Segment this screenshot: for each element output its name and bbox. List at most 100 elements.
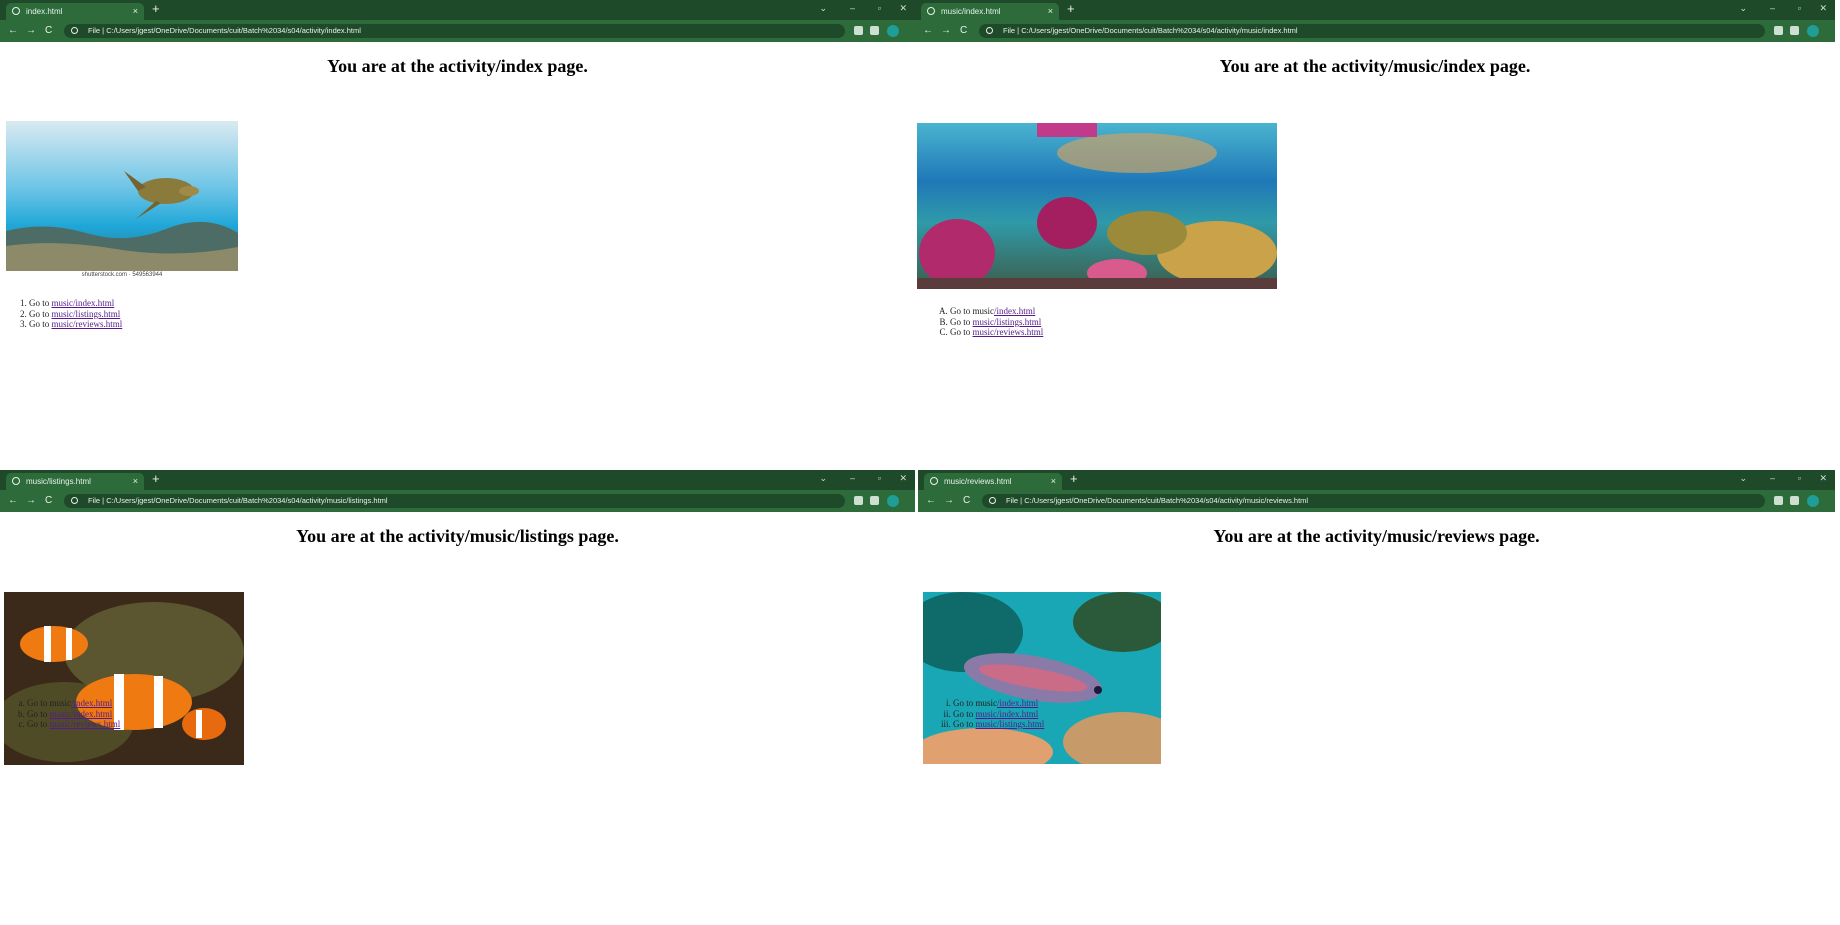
- link-list: Go to music/index.html Go to music/index…: [2, 698, 120, 730]
- globe-icon: [927, 7, 935, 15]
- site-info-icon[interactable]: [71, 497, 78, 504]
- address-bar[interactable]: File | C:/Users/jgest/OneDrive/Documents…: [64, 494, 845, 508]
- site-info-icon[interactable]: [989, 497, 996, 504]
- link-music-index-2[interactable]: music/index.html: [976, 709, 1039, 719]
- tab-close-icon[interactable]: ×: [1051, 473, 1056, 490]
- minimize-button[interactable]: –: [1770, 3, 1775, 13]
- link-music-index[interactable]: /index.html: [997, 698, 1038, 708]
- list-item: Go to music/listings.html: [953, 719, 1044, 730]
- maximize-button[interactable]: ▫: [1798, 473, 1801, 483]
- browser-tab[interactable]: music/listings.html ×: [6, 473, 144, 490]
- link-music-listings[interactable]: music/listings.html: [976, 719, 1045, 729]
- file-chip: File: [1003, 26, 1016, 35]
- tab-title: music/listings.html: [26, 477, 91, 486]
- browser-tab[interactable]: music/index.html ×: [921, 3, 1059, 20]
- reload-icon[interactable]: C: [45, 25, 52, 36]
- maximize-button[interactable]: ▫: [1798, 3, 1801, 13]
- tab-search-icon[interactable]: ⌄: [819, 3, 827, 14]
- profile-avatar[interactable]: [1807, 495, 1819, 507]
- link-music-reviews[interactable]: music/reviews.html: [973, 327, 1044, 337]
- tab-close-icon[interactable]: ×: [1048, 3, 1053, 20]
- side-panel-icon[interactable]: [870, 496, 879, 505]
- back-icon[interactable]: ←: [8, 495, 18, 506]
- list-item: Go to music/listings.html: [950, 317, 1043, 328]
- list-item: Go to music/listings.html: [29, 309, 122, 320]
- link-music-listings[interactable]: music/listings.html: [52, 309, 121, 319]
- minimize-button[interactable]: –: [1770, 473, 1775, 483]
- forward-icon[interactable]: →: [26, 495, 36, 506]
- list-item: Go to music/index.html: [953, 709, 1044, 720]
- page-content: You are at the activity/index page. shut…: [0, 42, 915, 470]
- extensions-icon[interactable]: [1774, 26, 1783, 35]
- tab-search-icon[interactable]: ⌄: [1739, 473, 1747, 484]
- file-chip: File: [88, 26, 101, 35]
- address-bar-row: ← → C File | C:/Users/jgest/OneDrive/Doc…: [915, 20, 1835, 42]
- globe-icon: [12, 7, 20, 15]
- site-info-icon[interactable]: [986, 27, 993, 34]
- extensions-icon[interactable]: [1774, 496, 1783, 505]
- forward-icon[interactable]: →: [26, 25, 36, 36]
- close-window-button[interactable]: ✕: [899, 473, 907, 484]
- site-info-icon[interactable]: [71, 27, 78, 34]
- back-icon[interactable]: ←: [923, 25, 933, 36]
- new-tab-button[interactable]: +: [152, 1, 160, 16]
- tab-search-icon[interactable]: ⌄: [1739, 3, 1747, 14]
- close-window-button[interactable]: ✕: [899, 3, 907, 14]
- globe-icon: [12, 477, 20, 485]
- minimize-button[interactable]: –: [850, 473, 855, 483]
- minimize-button[interactable]: –: [850, 3, 855, 13]
- link-list: Go to music/index.html Go to music/listi…: [925, 306, 1043, 338]
- address-bar[interactable]: File | C:/Users/jgest/OneDrive/Documents…: [979, 24, 1765, 38]
- link-music-reviews[interactable]: music/reviews.html: [50, 719, 121, 729]
- profile-avatar[interactable]: [887, 495, 899, 507]
- browser-window-music-reviews: music/reviews.html × + ⌄ – ▫ ✕ ← → C Fil…: [918, 470, 1835, 925]
- new-tab-button[interactable]: +: [1067, 1, 1075, 16]
- back-icon[interactable]: ←: [926, 495, 936, 506]
- close-window-button[interactable]: ✕: [1819, 473, 1827, 484]
- address-bar[interactable]: File | C:/Users/jgest/OneDrive/Documents…: [64, 24, 845, 38]
- browser-tab[interactable]: index.html ×: [6, 3, 144, 20]
- list-item: Go to music/reviews.html: [29, 319, 122, 330]
- tab-close-icon[interactable]: ×: [133, 3, 138, 20]
- page-content: You are at the activity/music/index page…: [915, 42, 1835, 470]
- side-panel-icon[interactable]: [1790, 26, 1799, 35]
- reload-icon[interactable]: C: [45, 495, 52, 506]
- maximize-button[interactable]: ▫: [878, 473, 881, 483]
- link-music-index[interactable]: /index.html: [71, 698, 112, 708]
- address-bar[interactable]: File | C:/Users/jgest/OneDrive/Documents…: [982, 494, 1765, 508]
- forward-icon[interactable]: →: [941, 25, 951, 36]
- clownfish-image: [4, 592, 244, 765]
- maximize-button[interactable]: ▫: [878, 3, 881, 13]
- extensions-icon[interactable]: [854, 26, 863, 35]
- reload-icon[interactable]: C: [960, 25, 967, 36]
- close-window-button[interactable]: ✕: [1819, 3, 1827, 14]
- tab-strip: music/listings.html × + ⌄ – ▫ ✕: [0, 470, 915, 490]
- link-music-index[interactable]: music/index.html: [52, 298, 115, 308]
- browser-tab[interactable]: music/reviews.html ×: [924, 473, 1062, 490]
- new-tab-button[interactable]: +: [1070, 471, 1078, 486]
- tab-title: index.html: [26, 7, 63, 16]
- reload-icon[interactable]: C: [963, 495, 970, 506]
- parrotfish-image: [923, 592, 1161, 764]
- globe-icon: [930, 477, 938, 485]
- link-music-reviews[interactable]: music/reviews.html: [52, 319, 123, 329]
- tab-close-icon[interactable]: ×: [133, 473, 138, 490]
- page-heading: You are at the activity/index page.: [327, 56, 588, 76]
- url-text: C:/Users/jgest/OneDrive/Documents/cuit/B…: [106, 26, 361, 35]
- page-content: You are at the activity/music/listings p…: [0, 512, 915, 925]
- side-panel-icon[interactable]: [1790, 496, 1799, 505]
- address-bar-row: ← → C File | C:/Users/jgest/OneDrive/Doc…: [918, 490, 1835, 512]
- link-music-index-2[interactable]: music/index.html: [50, 709, 113, 719]
- link-music-index[interactable]: /index.html: [994, 306, 1035, 316]
- link-music-listings[interactable]: music/listings.html: [973, 317, 1042, 327]
- tab-search-icon[interactable]: ⌄: [819, 473, 827, 484]
- profile-avatar[interactable]: [1807, 25, 1819, 37]
- profile-avatar[interactable]: [887, 25, 899, 37]
- side-panel-icon[interactable]: [870, 26, 879, 35]
- forward-icon[interactable]: →: [944, 495, 954, 506]
- extensions-icon[interactable]: [854, 496, 863, 505]
- browser-window-music-listings: music/listings.html × + ⌄ – ▫ ✕ ← → C Fi…: [0, 470, 915, 925]
- new-tab-button[interactable]: +: [152, 471, 160, 486]
- back-icon[interactable]: ←: [8, 25, 18, 36]
- url-text: C:/Users/jgest/OneDrive/Documents/cuit/B…: [1024, 496, 1309, 505]
